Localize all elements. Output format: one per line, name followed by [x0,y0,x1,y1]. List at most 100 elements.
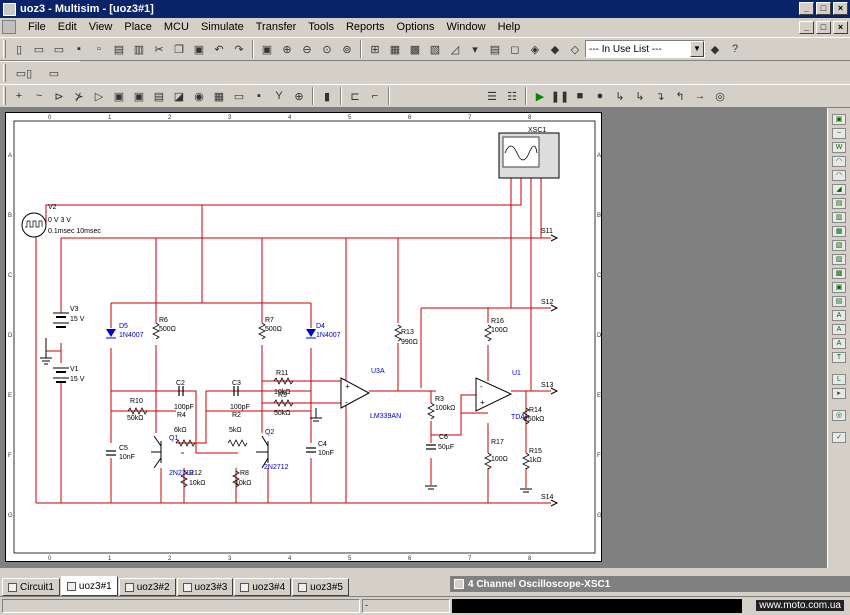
cmos-icon[interactable]: ▣ [130,87,148,105]
menu-reports[interactable]: Reports [340,21,391,33]
doc-close-button[interactable]: × [833,21,848,34]
bus-icon[interactable]: ⌐ [366,87,384,105]
help-icon[interactable]: ? [726,40,744,58]
indicator-icon[interactable]: ◉ [190,87,208,105]
erc-icon[interactable]: ▤ [486,40,504,58]
current-probe-icon[interactable]: ◎ [832,410,846,421]
grapher-icon[interactable]: ◿ [446,40,464,58]
doc-minimize-button[interactable]: _ [799,21,814,34]
close-button[interactable]: × [833,2,848,15]
forward-annotate-icon[interactable]: ◆ [546,40,564,58]
menu-tools[interactable]: Tools [302,21,340,33]
mixed-icon[interactable]: ◪ [170,87,188,105]
tab-uoz3-5[interactable]: uoz3#5 [292,578,349,596]
save-icon[interactable]: ▪ [70,40,88,58]
measurement-probe-icon[interactable]: ✓ [832,432,846,443]
v1-battery[interactable] [53,367,69,383]
chevron-down-icon[interactable]: ▼ [690,41,704,57]
menu-place[interactable]: Place [118,21,158,33]
step-over-icon[interactable]: ↴ [651,87,669,105]
maximize-button[interactable]: □ [816,2,831,15]
menu-window[interactable]: Window [440,21,491,33]
print-preview-icon[interactable]: ▥ [130,40,148,58]
logic-analyzer-icon[interactable]: ▦ [832,226,846,237]
fullscreen-icon[interactable]: ▣ [258,40,276,58]
q1-transistor[interactable] [151,435,162,469]
d4-diode[interactable] [306,329,316,337]
minimize-button[interactable]: _ [799,2,814,15]
step-into-icon[interactable]: ↳ [631,87,649,105]
backannotate-icon[interactable]: ◈ [526,40,544,58]
run-to-cursor-icon[interactable]: → [691,87,709,105]
schematic-sheet[interactable]: 0 1 2 3 4 5 6 7 8 0 1 2 3 4 5 6 7 8 A B … [5,112,602,562]
tab-uoz3-4[interactable]: uoz3#4 [234,578,292,596]
education-icon[interactable]: ◆ [706,40,724,58]
hierarchical-block-icon[interactable]: ⊏ [346,87,364,105]
cut-icon[interactable]: ✂ [150,40,168,58]
postprocessor-icon[interactable]: ▾ [466,40,484,58]
breakpoint-icon[interactable]: ◎ [711,87,729,105]
mcu-icon[interactable]: ▮ [318,87,336,105]
menu-edit[interactable]: Edit [52,21,83,33]
list-icon[interactable]: ☷ [503,87,521,105]
hierarchy-icon[interactable]: ⊞ [366,40,384,58]
agilent-multimeter-icon[interactable]: A [832,324,846,335]
grid-icon[interactable]: ☰ [483,87,501,105]
spreadsheet-icon[interactable]: ▦ [386,40,404,58]
agilent-generator-icon[interactable]: A [832,310,846,321]
wattmeter-icon[interactable]: W [832,142,846,153]
print-icon[interactable]: ▤ [110,40,128,58]
four-channel-oscilloscope-icon[interactable]: ◠ [832,170,846,181]
agilent-oscilloscope-icon[interactable]: A [832,338,846,349]
menu-mcu[interactable]: MCU [158,21,195,33]
misc-icon[interactable]: ▭ [230,87,248,105]
zoom-out-icon[interactable]: ⊖ [298,40,316,58]
zoom-area-icon[interactable]: ⊙ [318,40,336,58]
in-use-list-select[interactable]: --- In Use List --- ▼ [585,40,705,58]
save-as-icon[interactable]: ▫ [90,40,108,58]
basic-icon[interactable]: ~ [30,87,48,105]
transfer-icon[interactable]: ◇ [566,40,584,58]
v3-battery[interactable] [53,312,69,328]
multimeter-icon[interactable]: ▣ [832,114,846,125]
pause-icon[interactable]: ❚❚ [551,87,569,105]
menu-simulate[interactable]: Simulate [195,21,250,33]
run-icon[interactable]: ▶ [531,87,549,105]
probe-instrument-icon[interactable]: ▸ [832,388,846,399]
tektronix-oscilloscope-icon[interactable]: T [832,352,846,363]
new-icon[interactable]: ▯ [10,40,28,58]
frequency-counter-icon[interactable]: ▤ [832,198,846,209]
misc-digital-icon[interactable]: ▤ [150,87,168,105]
d5-diode[interactable] [106,329,116,337]
bode-plotter-icon[interactable]: ◢ [832,184,846,195]
step-icon[interactable]: ↳ [611,87,629,105]
source-icon[interactable]: + [10,87,28,105]
redo-icon[interactable]: ↷ [230,40,248,58]
logic-converter-icon[interactable]: ▧ [832,240,846,251]
tab-uoz3-1[interactable]: uoz3#1 [60,576,118,596]
menu-options[interactable]: Options [391,21,441,33]
description-box-icon[interactable]: ▭ [40,64,68,82]
analog-icon[interactable]: ▷ [90,87,108,105]
zoom-fit-icon[interactable]: ⊚ [338,40,356,58]
diode-icon[interactable]: ⊳ [50,87,68,105]
menu-view[interactable]: View [83,21,119,33]
schematic-canvas[interactable]: 0 1 2 3 4 5 6 7 8 0 1 2 3 4 5 6 7 8 A B … [6,113,603,563]
advanced-peripherals-icon[interactable]: ▪ [250,87,268,105]
stop-icon[interactable]: ■ [571,87,589,105]
ttl-icon[interactable]: ▣ [110,87,128,105]
copy-icon[interactable]: ❐ [170,40,188,58]
rf-icon[interactable]: Y [270,87,288,105]
zoom-in-icon[interactable]: ⊕ [278,40,296,58]
breadboard-icon[interactable]: ◻ [506,40,524,58]
v2-pulse-source[interactable] [21,212,47,238]
undo-icon[interactable]: ↶ [210,40,228,58]
distortion-analyzer-icon[interactable]: ▩ [832,268,846,279]
open-samples-icon[interactable]: ▭ [50,40,68,58]
tab-uoz3-2[interactable]: uoz3#2 [118,578,176,596]
menu-help[interactable]: Help [492,21,527,33]
probe-icon[interactable]: ● [591,87,609,105]
labview-icon[interactable]: L [832,374,846,385]
design-toolbox-icon[interactable]: ▭▯ [10,64,38,82]
menu-transfer[interactable]: Transfer [250,21,303,33]
